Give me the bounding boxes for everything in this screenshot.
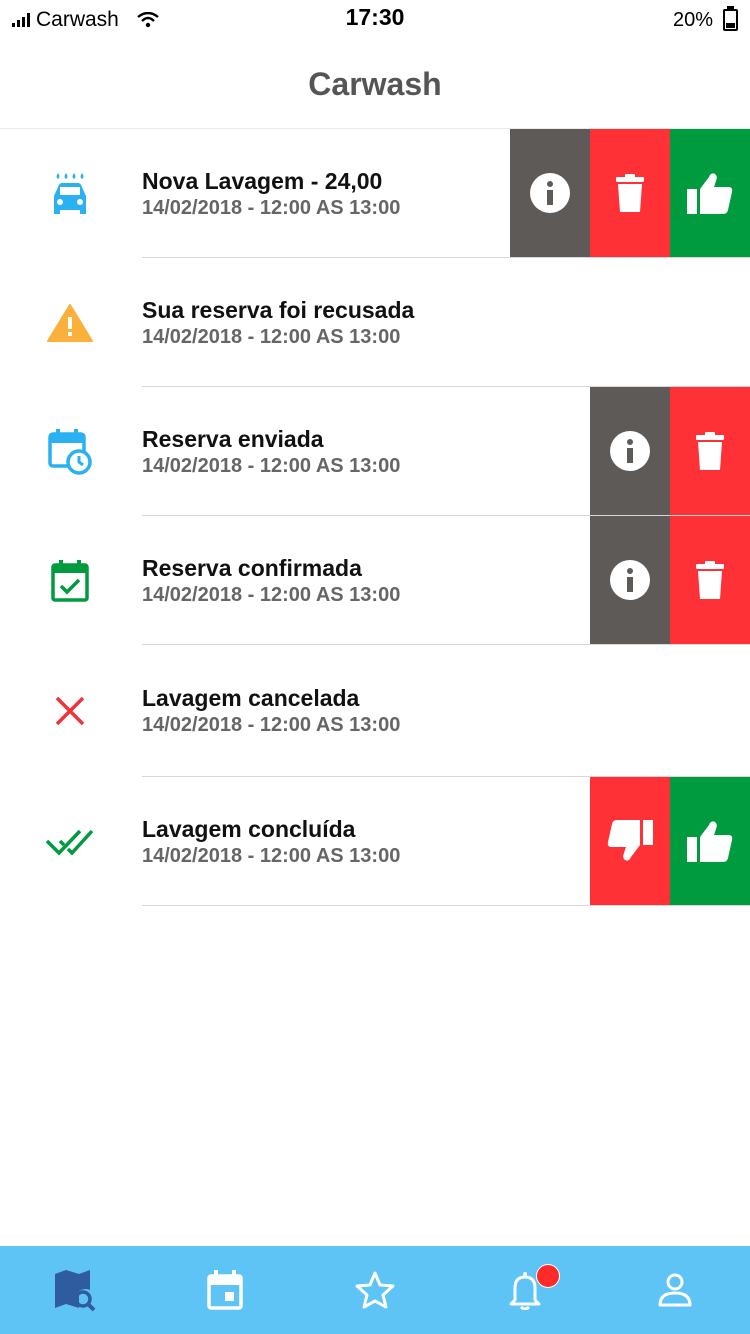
thumbs-up-icon (687, 173, 733, 214)
notification-list: Nova Lavagem - 24,00 14/02/2018 - 12:00 … (0, 129, 750, 906)
star-icon (355, 1271, 395, 1309)
info-icon (610, 560, 650, 600)
notification-title: Lavagem concluída (142, 815, 356, 842)
notification-title: Reserva confirmada (142, 554, 362, 581)
notification-item[interactable]: Nova Lavagem - 24,00 14/02/2018 - 12:00 … (0, 129, 750, 258)
tab-bar (0, 1246, 750, 1334)
page-title: Carwash (308, 66, 442, 102)
divider (142, 905, 750, 906)
notification-time: 14/02/2018 - 12:00 AS 13:00 (142, 844, 401, 867)
row-actions (590, 777, 750, 905)
delete-button[interactable] (670, 516, 750, 644)
accept-button[interactable] (670, 129, 750, 257)
close-icon (42, 645, 98, 777)
warning-icon (42, 258, 98, 387)
trash-icon (696, 561, 724, 599)
tab-notifications[interactable] (450, 1246, 600, 1334)
notification-title: Sua reserva foi recusada (142, 296, 415, 323)
row-actions (590, 387, 750, 515)
notification-time: 14/02/2018 - 12:00 AS 13:00 (142, 454, 401, 477)
notification-time: 14/02/2018 - 12:00 AS 13:00 (142, 196, 401, 219)
notification-item[interactable]: Lavagem cancelada 14/02/2018 - 12:00 AS … (0, 645, 750, 777)
tab-map-search[interactable] (0, 1246, 150, 1334)
trash-icon (696, 432, 724, 470)
notification-time: 14/02/2018 - 12:00 AS 13:00 (142, 583, 401, 606)
tab-profile[interactable] (600, 1246, 750, 1334)
delete-button[interactable] (590, 129, 670, 257)
double-check-icon (42, 777, 98, 906)
info-button[interactable] (590, 387, 670, 515)
status-bar-right: 20% (673, 6, 738, 34)
calendar-check-icon (42, 516, 98, 645)
notification-item[interactable]: Reserva enviada 14/02/2018 - 12:00 AS 13… (0, 387, 750, 516)
info-icon (610, 431, 650, 471)
app-header: Carwash (0, 40, 750, 129)
notification-item[interactable]: Sua reserva foi recusada 14/02/2018 - 12… (0, 258, 750, 387)
thumbs-down-icon (607, 820, 653, 861)
info-button[interactable] (590, 516, 670, 644)
notification-item[interactable]: Reserva confirmada 14/02/2018 - 12:00 AS… (0, 516, 750, 645)
notification-title: Lavagem cancelada (142, 685, 360, 711)
battery-icon (723, 6, 738, 31)
status-time: 17:30 (345, 4, 405, 30)
user-icon (658, 1273, 692, 1307)
row-actions (510, 129, 750, 257)
battery-percent: 20% (672, 8, 713, 31)
like-button[interactable] (670, 777, 750, 905)
notification-time: 14/02/2018 - 12:00 AS 13:00 (142, 714, 401, 736)
notification-title: Nova Lavagem - 24,00 (142, 167, 383, 194)
tab-calendar[interactable] (150, 1246, 300, 1334)
calendar-clock-icon (42, 387, 98, 516)
map-search-icon (55, 1270, 96, 1312)
tab-favorites[interactable] (300, 1246, 450, 1334)
notification-time: 14/02/2018 - 12:00 AS 13:00 (142, 325, 401, 348)
status-bar: Carwash 17:30 20% (0, 0, 750, 40)
row-actions (590, 516, 750, 644)
notification-item[interactable]: Lavagem concluída 14/02/2018 - 12:00 AS … (0, 777, 750, 906)
info-button[interactable] (510, 129, 590, 257)
info-icon (530, 173, 570, 213)
notification-title: Reserva enviada (142, 425, 324, 452)
thumbs-up-icon (687, 821, 733, 862)
dislike-button[interactable] (590, 777, 670, 905)
trash-icon (616, 174, 644, 212)
notification-badge (536, 1264, 560, 1288)
car-wash-icon (42, 129, 98, 258)
delete-button[interactable] (670, 387, 750, 515)
calendar-icon (207, 1270, 243, 1310)
